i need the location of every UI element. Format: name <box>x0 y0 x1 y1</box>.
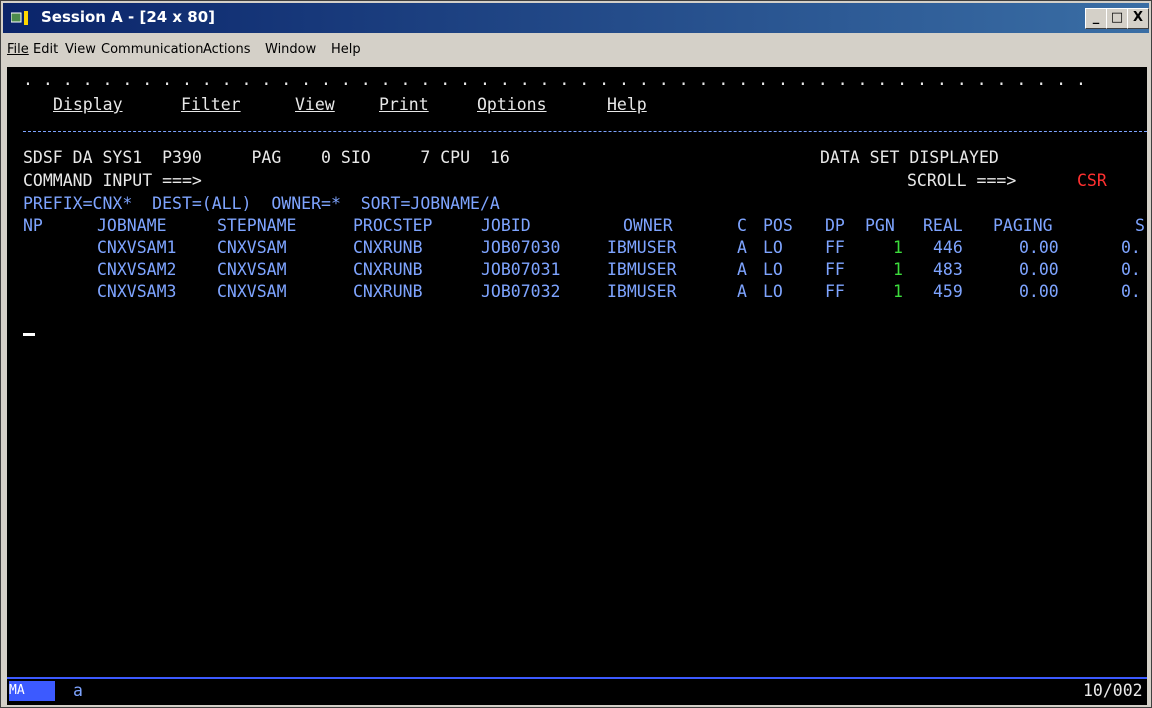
action-help[interactable]: Help <box>607 94 647 116</box>
window-title: Session A - [24 x 80] <box>41 8 216 26</box>
cell-jobid: JOB07032 <box>481 282 561 301</box>
header-pgn: PGN <box>865 216 895 235</box>
status-message: DATA SET DISPLAYED <box>820 148 999 167</box>
cell-stepname: CNXVSAM <box>217 282 287 301</box>
status-divider <box>7 677 1147 679</box>
cell-owner: IBMUSER <box>607 238 677 257</box>
cell-real: 446 <box>933 238 963 257</box>
cell-real: 483 <box>933 260 963 279</box>
cell-paging: 0.00 <box>1019 260 1059 279</box>
header-real: REAL <box>923 216 963 235</box>
header-procstep: PROCSTEP <box>353 216 433 235</box>
cell-jobname: CNXVSAM1 <box>97 238 177 257</box>
header-jobname: JOBNAME <box>97 216 167 235</box>
cell-stepname: CNXVSAM <box>217 260 287 279</box>
action-view[interactable]: View <box>295 94 335 116</box>
terminal-app-icon[interactable] <box>11 11 33 25</box>
cell-real: 459 <box>933 282 963 301</box>
cell-jobid: JOB07031 <box>481 260 561 279</box>
header-paging: PAGING <box>993 216 1053 235</box>
terminal-dots: . . . . . . . . . . . . . . . . . . . . … <box>23 70 1086 89</box>
action-options[interactable]: Options <box>477 94 547 116</box>
menu-actions[interactable]: Actions <box>203 42 251 57</box>
cell-dp: FF <box>825 238 845 257</box>
cell-paging: 0.00 <box>1019 238 1059 257</box>
cell-pos: LO <box>763 238 783 257</box>
action-display[interactable]: Display <box>53 94 123 116</box>
separator-line <box>23 131 1147 132</box>
cell-s: 0. <box>1121 282 1141 301</box>
minimize-button[interactable]: _ <box>1085 8 1107 29</box>
cell-procstep: CNXRUNB <box>353 282 423 301</box>
cell-pos: LO <box>763 282 783 301</box>
header-dp: DP <box>825 216 845 235</box>
header-s: S <box>1135 216 1145 235</box>
cell-jobname: CNXVSAM3 <box>97 282 177 301</box>
cell-pgn: 1 <box>893 238 903 257</box>
header-jobid: JOBID <box>481 216 531 235</box>
menu-window[interactable]: Window <box>265 42 316 57</box>
menu-help[interactable]: Help <box>331 42 361 57</box>
status-line: SDSF DA SYS1 P390 PAG 0 SIO 7 CPU 16 <box>23 148 510 167</box>
header-pos: POS <box>763 216 793 235</box>
action-filter[interactable]: Filter <box>181 94 241 116</box>
maximize-button[interactable]: □ <box>1106 8 1128 29</box>
scroll-label: SCROLL ===> <box>907 171 1017 190</box>
header-owner: OWNER <box>623 216 673 235</box>
cell-c: A <box>737 238 747 257</box>
cell-pgn: 1 <box>893 282 903 301</box>
scroll-value-field[interactable]: CSR <box>1077 170 1107 192</box>
header-c: C <box>737 216 747 235</box>
header-stepname: STEPNAME <box>217 216 297 235</box>
close-button[interactable]: X <box>1127 8 1149 29</box>
oia-mode: MA <box>9 681 27 701</box>
cell-owner: IBMUSER <box>607 260 677 279</box>
cell-pgn: 1 <box>893 260 903 279</box>
action-print[interactable]: Print <box>379 94 429 116</box>
cell-owner: IBMUSER <box>607 282 677 301</box>
cell-dp: FF <box>825 260 845 279</box>
menu-edit[interactable]: Edit <box>33 42 58 57</box>
terminal-screen[interactable]: . . . . . . . . . . . . . . . . . . . . … <box>7 67 1147 705</box>
menu-view[interactable]: View <box>65 42 96 57</box>
cell-jobid: JOB07030 <box>481 238 561 257</box>
cell-stepname: CNXVSAM <box>217 238 287 257</box>
oia-char: a <box>73 681 83 700</box>
cell-procstep: CNXRUNB <box>353 260 423 279</box>
cell-pos: LO <box>763 260 783 279</box>
cell-s: 0. <box>1121 238 1141 257</box>
cell-dp: FF <box>825 282 845 301</box>
cell-c: A <box>737 260 747 279</box>
menu-bar: File Edit View Communication Actions Win… <box>3 39 1149 63</box>
text-cursor <box>23 333 35 336</box>
filter-line: PREFIX=CNX* DEST=(ALL) OWNER=* SORT=JOBN… <box>23 194 500 213</box>
oia-indicator-block <box>27 681 55 701</box>
menu-file[interactable]: File <box>7 42 29 57</box>
command-label: COMMAND INPUT ===> <box>23 171 202 190</box>
menu-communication[interactable]: Communication <box>101 42 203 57</box>
cell-jobname: CNXVSAM2 <box>97 260 177 279</box>
header-np: NP <box>23 216 43 235</box>
cell-s: 0. <box>1121 260 1141 279</box>
cursor-position: 10/002 <box>1083 681 1143 700</box>
emulator-window: Session A - [24 x 80] _ □ X File Edit Vi… <box>0 0 1152 708</box>
cell-c: A <box>737 282 747 301</box>
cell-paging: 0.00 <box>1019 282 1059 301</box>
title-bar: Session A - [24 x 80] _ □ X <box>3 3 1149 33</box>
cell-procstep: CNXRUNB <box>353 238 423 257</box>
